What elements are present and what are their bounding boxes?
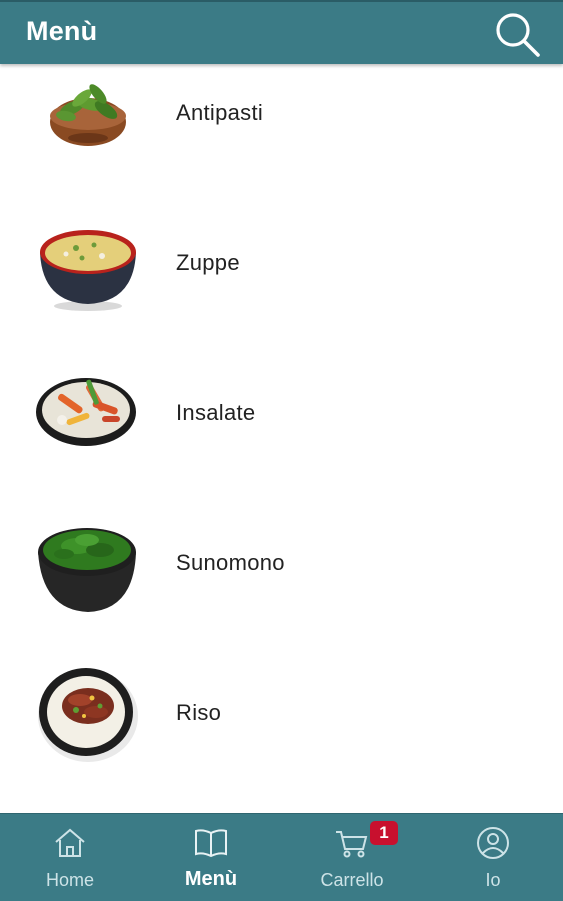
nav-label: Menù [184, 868, 238, 890]
menu-item-label: Riso [176, 700, 222, 725]
nav-item-home[interactable]: Home [0, 814, 140, 901]
home-icon [55, 828, 85, 857]
nav-label: Io [485, 870, 501, 890]
book-icon [195, 829, 227, 858]
search-icon[interactable] [493, 10, 541, 58]
app-header: Menù [0, 0, 563, 64]
menu-item-antipasti[interactable]: Antipasti [0, 64, 563, 188]
menu-item-riso[interactable]: Riso [0, 638, 563, 788]
menu-item-zuppe[interactable]: Zuppe [0, 188, 563, 338]
cart-count-badge: 1 [370, 821, 398, 845]
cart-icon [336, 831, 368, 858]
menu-item-label: Insalate [176, 400, 256, 425]
user-icon [477, 827, 509, 859]
edamame-bowl-image [50, 84, 126, 146]
nav-item-menu[interactable]: Menù [141, 814, 281, 901]
salad-bowl-image [36, 378, 136, 446]
nav-label: Carrello [320, 870, 384, 890]
nav-item-profile[interactable]: Io [423, 814, 563, 901]
page-title: Menù [26, 16, 98, 46]
nav-item-cart[interactable]: Carrello [282, 814, 422, 901]
miso-soup-bowl-image [40, 230, 136, 311]
menu-item-sunomono[interactable]: Sunomono [0, 488, 563, 638]
menu-item-label: Zuppe [176, 250, 240, 275]
menu-item-label: Antipasti [176, 100, 264, 125]
nav-label: Home [45, 870, 94, 890]
menu-item-insalate[interactable]: Insalate [0, 338, 563, 488]
menu-item-label: Sunomono [176, 550, 285, 575]
rice-bowl-image [38, 668, 138, 762]
seaweed-bowl-image [38, 528, 136, 612]
menu-category-list: Antipasti Zuppe Insalate Sunomono Riso [0, 64, 563, 814]
bottom-navigation: Home Menù Carrello 1 Io [0, 813, 563, 901]
